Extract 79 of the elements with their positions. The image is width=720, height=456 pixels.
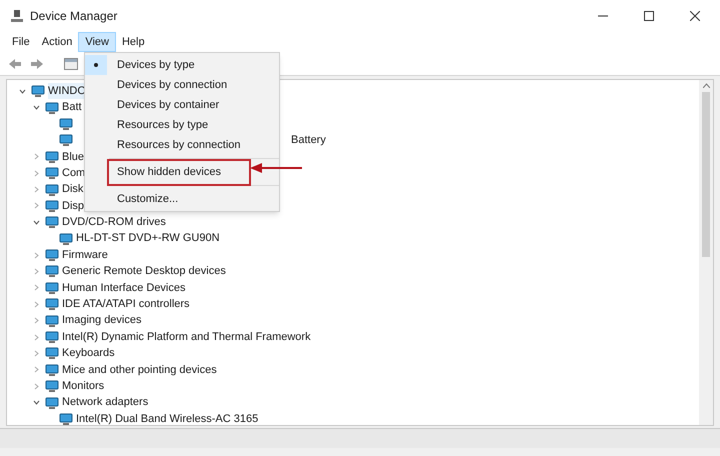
tree-item[interactable]: Network adapters	[62, 394, 148, 411]
menu-option[interactable]: Show hidden devices	[115, 166, 223, 178]
menu-option[interactable]: Devices by connection	[115, 78, 230, 92]
tree-item[interactable]: Generic Remote Desktop devices	[62, 263, 226, 280]
tree-item[interactable]: IDE ATA/ATAPI controllers	[62, 296, 190, 313]
device-icon	[45, 216, 59, 228]
tree-item-text: Battery	[291, 133, 326, 148]
menu-item[interactable]: Help	[116, 32, 151, 52]
scrollbar[interactable]	[699, 80, 713, 425]
device-icon	[45, 184, 59, 196]
device-icon	[45, 249, 59, 262]
menu-option[interactable]: Customize...	[115, 192, 180, 206]
scroll-up-icon[interactable]	[702, 83, 710, 88]
tree-item[interactable]: Firmware	[62, 246, 108, 264]
tree-item[interactable]: Mice and other pointing devices	[62, 362, 217, 378]
expand-chevron-icon[interactable]	[32, 268, 40, 275]
tree-item[interactable]: Keyboards	[62, 345, 115, 362]
device-icon	[45, 314, 59, 327]
device-icon	[45, 380, 59, 392]
tree-item[interactable]: Batt	[62, 99, 82, 116]
device-icon	[45, 364, 59, 376]
collapse-chevron-icon[interactable]	[32, 104, 40, 112]
device-icon	[45, 396, 59, 409]
expand-chevron-icon[interactable]	[32, 186, 40, 194]
tree-item[interactable]: Monitors	[62, 378, 104, 394]
maximize-icon	[644, 11, 654, 21]
device-icon	[45, 102, 59, 114]
bullet-icon	[94, 63, 98, 67]
tree-item[interactable]: Imaging devices	[62, 312, 142, 329]
collapse-chevron-icon[interactable]	[32, 399, 40, 406]
menu-option[interactable]: Resources by connection	[115, 138, 243, 152]
tree-item[interactable]: Disp	[62, 198, 84, 214]
back-arrow-icon	[9, 58, 21, 68]
device-icon	[45, 150, 59, 163]
pointer-arrow	[250, 163, 302, 173]
expand-chevron-icon[interactable]	[32, 334, 40, 341]
device-icon	[59, 232, 73, 245]
menu-item[interactable]: Action	[36, 32, 78, 52]
device-icon	[31, 85, 45, 98]
menu-item[interactable]: File	[6, 32, 36, 52]
expand-chevron-icon[interactable]	[32, 382, 40, 390]
window-icon	[64, 58, 78, 70]
collapse-chevron-icon[interactable]	[18, 88, 26, 95]
close-icon	[690, 11, 700, 21]
computer-icon	[10, 9, 24, 23]
device-icon	[59, 413, 73, 425]
expand-chevron-icon[interactable]	[32, 202, 40, 210]
forward-arrow-icon	[31, 58, 43, 68]
tree-item[interactable]: HL-DT-ST DVD+-RW GU90N	[76, 230, 220, 247]
menu-item[interactable]: View	[78, 32, 116, 52]
menu-option[interactable]: Resources by type	[115, 118, 210, 132]
tree-item[interactable]: Human Interface Devices	[62, 280, 186, 296]
device-icon	[45, 347, 59, 360]
collapse-chevron-icon[interactable]	[32, 218, 40, 226]
device-icon	[45, 282, 59, 294]
device-icon	[45, 331, 59, 344]
device-icon	[59, 134, 73, 146]
tree-item[interactable]: Intel(R) Dynamic Platform and Thermal Framework	[62, 328, 311, 346]
menu-option[interactable]: Devices by container	[115, 98, 222, 112]
window-title: Device Manager	[30, 8, 118, 25]
scroll-thumb[interactable]	[702, 92, 710, 257]
expand-chevron-icon[interactable]	[32, 170, 40, 177]
expand-chevron-icon[interactable]	[32, 366, 40, 374]
tree-item[interactable]: Disk	[62, 181, 84, 198]
menu-option[interactable]: Devices by type	[115, 58, 197, 72]
expand-chevron-icon[interactable]	[32, 153, 40, 160]
device-icon	[45, 200, 59, 212]
tree-item[interactable]: Blue	[62, 148, 84, 166]
device-icon	[45, 167, 59, 180]
device-icon	[45, 265, 59, 278]
tree-item[interactable]: Intel(R) Dual Band Wireless-AC 3165	[76, 410, 258, 425]
tree-item[interactable]: DVD/CD-ROM drives	[62, 214, 166, 231]
expand-chevron-icon[interactable]	[32, 350, 40, 357]
device-icon	[59, 118, 73, 130]
expand-chevron-icon[interactable]	[32, 284, 40, 292]
device-icon	[45, 298, 59, 310]
expand-chevron-icon[interactable]	[32, 317, 40, 324]
expand-chevron-icon[interactable]	[32, 252, 40, 259]
expand-chevron-icon[interactable]	[32, 300, 40, 308]
